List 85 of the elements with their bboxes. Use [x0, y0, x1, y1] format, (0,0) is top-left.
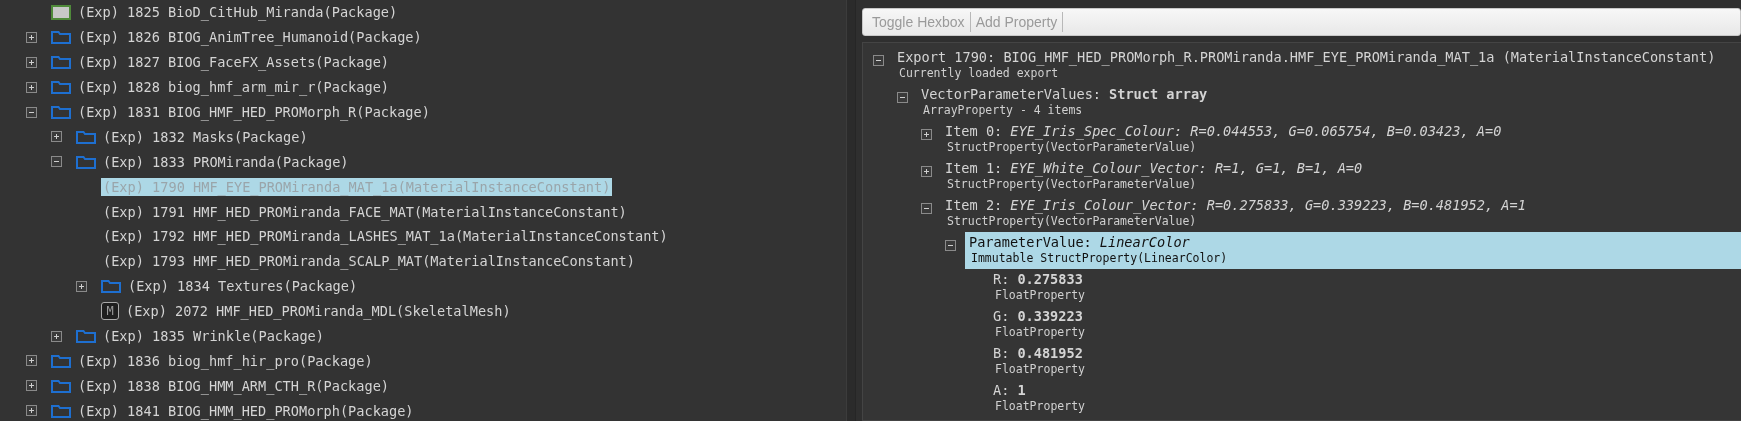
tree-item[interactable]: (Exp) 1793 HMF_HED_PROMiranda_SCALP_MAT(MaterialInstanceConstant): [101, 252, 637, 271]
tree-item[interactable]: (Exp) 1835 Wrinkle(Package): [101, 327, 326, 345]
folder-icon: [51, 79, 71, 96]
expand-toggle[interactable]: [26, 405, 37, 417]
property-value: 0.275833: [1017, 271, 1083, 287]
property-type: FloatProperty: [994, 325, 1086, 340]
mesh-icon: M: [101, 302, 119, 321]
expand-toggle[interactable]: [26, 355, 37, 367]
property-value: 1: [1017, 382, 1026, 398]
property-name: Item 0:: [945, 123, 1003, 139]
property-type: StructProperty(VectorParameterValue): [946, 214, 1198, 229]
tree-item[interactable]: (Exp) 1841 BIOG_HMM_HED_PROMorph(Package): [76, 401, 416, 420]
property-type: ArrayProperty - 4 items: [922, 103, 1084, 118]
property-value: 0.481952: [1017, 345, 1083, 361]
property-name: Export 1790: BIOG_HMF_HED_PROMorph_R.PROMiranda.HMF_EYE_PROMiranda_MAT_1a (MaterialInstanceConstant): [897, 49, 1716, 65]
property-name: VectorParameterValues:: [921, 86, 1102, 102]
expand-toggle[interactable]: [26, 81, 37, 93]
property-type: FloatProperty: [994, 288, 1086, 303]
expand-toggle[interactable]: [26, 380, 37, 392]
tree-item[interactable]: (Exp) 2072 HMF_HED_PROMiranda_MDL(SkeletalMesh): [124, 302, 513, 321]
property-type: Immutable StructProperty(LinearColor): [970, 251, 1229, 266]
property-node[interactable]: Item 2: EYE_Iris_Colour_Vector: R=0.275833, G=0.339223, B=0.481952, A=1 StructProperty(VectorParameterValue): [941, 195, 1741, 232]
tree-item[interactable]: (Exp) 1825 BioD_CitHub_Miranda(Package): [76, 3, 400, 22]
folder-icon: [51, 54, 71, 71]
property-name: A:: [993, 382, 1010, 398]
property-name: G:: [993, 308, 1010, 324]
expand-toggle[interactable]: [51, 131, 62, 143]
property-value: EYE_White_Colour_Vector: R=1, G=1, B=1, A=0: [1010, 160, 1363, 176]
collapse-toggle[interactable]: [51, 156, 62, 168]
expand-toggle[interactable]: [51, 330, 62, 342]
tree-item[interactable]: (Exp) 1834 Textures(Package): [126, 277, 360, 296]
tree-item[interactable]: (Exp) 1827 BIOG_FaceFX_Assets(Package): [76, 53, 391, 72]
folder-icon: [76, 153, 96, 170]
collapse-toggle[interactable]: [873, 55, 884, 66]
tree-item[interactable]: (Exp) 1836 biog_hmf_hir_pro(Package): [76, 351, 375, 370]
collapse-toggle[interactable]: [945, 240, 956, 251]
tree-item[interactable]: (Exp) 1792 HMF_HED_PROMiranda_LASHES_MAT_1a(MaterialInstanceConstant): [101, 227, 670, 246]
property-name: R:: [993, 271, 1010, 287]
collapse-toggle[interactable]: [921, 203, 932, 214]
property-type: Currently loaded export: [898, 66, 1060, 81]
property-node[interactable]: Item 0: EYE_Iris_Spec_Colour: R=0.044553, G=0.065754, B=0.03423, A=0 StructProperty(VectorParameterValue): [941, 121, 1741, 158]
collapse-toggle[interactable]: [26, 106, 37, 118]
folder-icon: [76, 128, 96, 145]
property-node[interactable]: Export 1790: BIOG_HMF_HED_PROMorph_R.PROMiranda.HMF_EYE_PROMiranda_MAT_1a (MaterialInstanceConstant) Currently loaded export: [893, 47, 1741, 84]
expand-toggle[interactable]: [921, 166, 932, 177]
expand-toggle[interactable]: [26, 56, 37, 68]
folder-icon: [51, 104, 71, 120]
property-value: Struct array: [1109, 86, 1208, 102]
folder-icon: [51, 352, 71, 369]
folder-icon: [51, 377, 71, 394]
property-type: StructProperty(VectorParameterValue): [946, 140, 1198, 155]
tree-item[interactable]: (Exp) 1832 Masks(Package): [101, 127, 310, 146]
expand-toggle[interactable]: [921, 129, 932, 140]
property-name: ParameterValue:: [969, 234, 1092, 250]
folder-icon: [51, 29, 71, 46]
property-value: EYE_Iris_Spec_Colour: R=0.044553, G=0.065754, B=0.03423, A=0: [1010, 123, 1502, 139]
tree-item[interactable]: (Exp) 1791 HMF_HED_PROMiranda_FACE_MAT(MaterialInstanceConstant): [101, 202, 629, 221]
property-value: 0.339223: [1017, 308, 1083, 324]
property-node[interactable]: ParameterValue: LinearColor Immutable StructProperty(LinearColor): [965, 232, 1741, 269]
folder-icon: [51, 402, 71, 419]
tree-item[interactable]: (Exp) 1828 biog_hmf_arm_mir_r(Package): [76, 78, 391, 97]
collapse-toggle[interactable]: [897, 92, 908, 103]
tree-item[interactable]: (Exp) 1831 BIOG_HMF_HED_PROMorph_R(Package): [76, 103, 432, 121]
property-node[interactable]: G: 0.339223 FloatProperty: [989, 306, 1741, 343]
property-node[interactable]: A: 1 FloatProperty: [989, 380, 1741, 417]
property-node[interactable]: B: 0.481952 FloatProperty: [989, 343, 1741, 380]
property-value: EYE_Iris_Colour_Vector: R=0.275833, G=0.339223, B=0.481952, A=1: [1010, 197, 1526, 213]
property-name: Item 1:: [945, 160, 1003, 176]
tree-item[interactable]: (Exp) 1826 BIOG_AnimTree_Humanoid(Package): [76, 28, 424, 47]
tree-item[interactable]: (Exp) 1838 BIOG_HMM_ARM_CTH_R(Package): [76, 376, 391, 395]
expand-toggle[interactable]: [76, 280, 87, 292]
property-type: FloatProperty: [994, 399, 1086, 414]
property-value: LinearColor: [1099, 234, 1190, 250]
folder-icon: [76, 328, 96, 344]
property-name: Item 2:: [945, 197, 1003, 213]
property-name: B:: [993, 345, 1010, 361]
property-node[interactable]: VectorParameterValues: Struct array ArrayProperty - 4 items: [917, 84, 1741, 121]
package-icon: [51, 4, 71, 21]
expand-toggle[interactable]: [26, 31, 37, 43]
property-type: StructProperty(VectorParameterValue): [946, 177, 1198, 192]
tree-item[interactable]: (Exp) 1833 PROMiranda(Package): [101, 152, 351, 171]
folder-icon: [101, 278, 121, 295]
property-node[interactable]: Item 1: EYE_White_Colour_Vector: R=1, G=1, B=1, A=0 StructProperty(VectorParameterValue): [941, 158, 1741, 195]
property-type: FloatProperty: [994, 362, 1086, 377]
property-node[interactable]: R: 0.275833 FloatProperty: [989, 269, 1741, 306]
